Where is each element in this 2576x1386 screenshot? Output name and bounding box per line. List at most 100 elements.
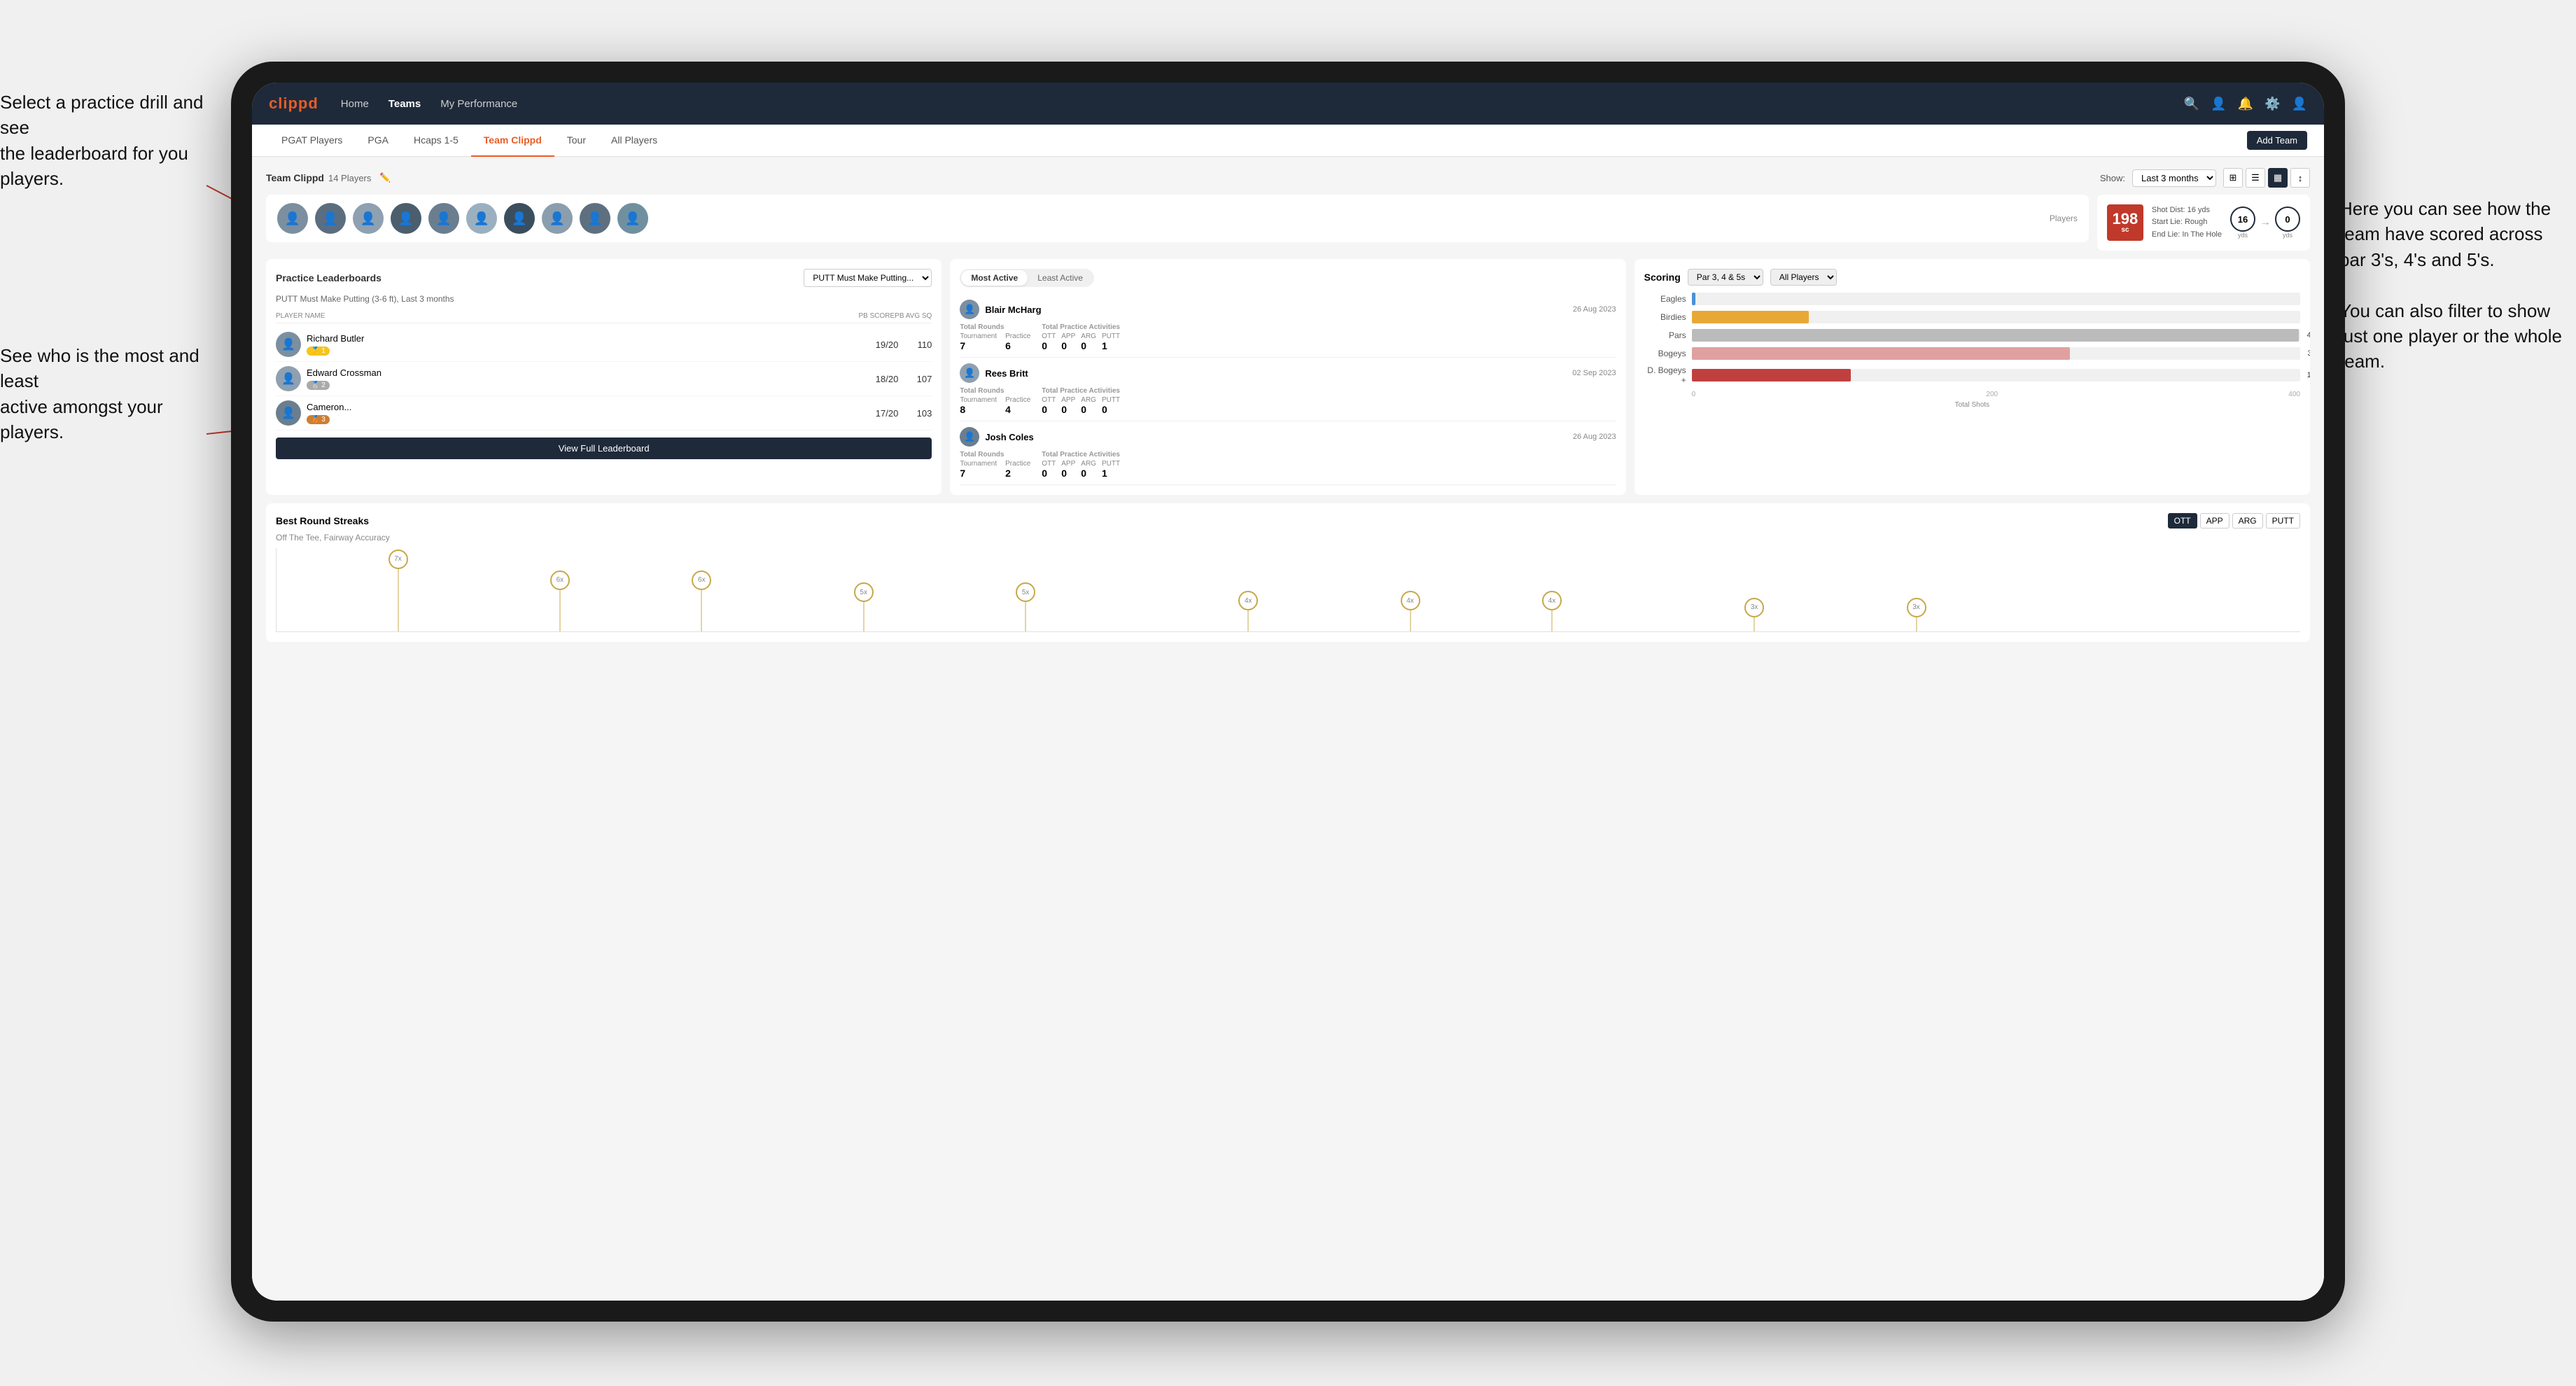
yard1-label: yds	[2230, 232, 2255, 239]
yard-circle-2: 0	[2275, 206, 2300, 232]
active-player-name-1: Blair McHarg	[985, 304, 1041, 315]
streak-dot[interactable]: 6x	[550, 570, 570, 590]
practice-val-1: 6	[1005, 340, 1030, 351]
sort-btn[interactable]: ↕	[2290, 168, 2310, 188]
search-icon[interactable]: 🔍	[2184, 97, 2199, 111]
nav-home[interactable]: Home	[341, 98, 369, 110]
main-content: Team Clippd 14 Players ✏️ Show: Last 3 m…	[252, 157, 2324, 1301]
player-score-1: 19/20	[876, 340, 899, 350]
nav-teams[interactable]: Teams	[388, 98, 421, 110]
bar-row: Birdies 96	[1644, 311, 2300, 323]
streak-line	[559, 590, 560, 632]
settings-icon[interactable]: ⚙️	[2264, 97, 2280, 111]
active-player-entry-3: 👤 Josh Coles 26 Aug 2023 Total Rounds To…	[960, 421, 1616, 485]
table-row[interactable]: 👤 Cameron... 🥉 3 17/20 103	[276, 396, 932, 430]
notification-icon[interactable]: 🔔	[2238, 97, 2253, 111]
streak-dot[interactable]: 7x	[388, 550, 408, 569]
grid-view-btn[interactable]: ⊞	[2223, 168, 2243, 188]
table-row[interactable]: 👤 Richard Butler 🥇 1 19/20 110	[276, 328, 932, 362]
user-icon[interactable]: 👤	[2211, 97, 2226, 111]
streaks-filter-buttons: OTT APP ARG PUTT	[2168, 513, 2300, 528]
col-player-name: PLAYER NAME	[276, 312, 858, 320]
axis-200: 200	[1986, 391, 1998, 398]
card-view-btn[interactable]: ▦	[2268, 168, 2288, 188]
putt-val-1: 1	[1102, 340, 1120, 351]
profile-icon[interactable]: 👤	[2292, 97, 2307, 111]
avatar-3[interactable]: 👤	[353, 203, 384, 234]
team-player-count: 14 Players	[328, 173, 371, 183]
tab-tour[interactable]: Tour	[554, 125, 598, 157]
annotation-bottom-left: See who is the most and least active amo…	[0, 343, 210, 445]
streak-dot[interactable]: 3x	[1907, 598, 1926, 617]
shot-info-card: 198 sc Shot Dist: 16 yds Start Lie: Roug…	[2097, 195, 2310, 251]
par-filter-select[interactable]: Par 3, 4 & 5s	[1688, 269, 1763, 286]
streak-filter-ott[interactable]: OTT	[2168, 513, 2197, 528]
yard-circle-1: 16	[2230, 206, 2255, 232]
practice-val-3: 2	[1005, 468, 1030, 479]
edit-icon[interactable]: ✏️	[379, 172, 391, 183]
streak-dot[interactable]: 4x	[1401, 591, 1420, 610]
player-score-2: 18/20	[876, 374, 899, 384]
streaks-card: Best Round Streaks OTT APP ARG PUTT Off …	[266, 503, 2310, 642]
tab-hcaps[interactable]: Hcaps 1-5	[401, 125, 471, 157]
streak-filter-arg[interactable]: ARG	[2232, 513, 2263, 528]
tab-least-active[interactable]: Least Active	[1028, 270, 1093, 286]
streak-filter-putt[interactable]: PUTT	[2266, 513, 2300, 528]
drill-select[interactable]: PUTT Must Make Putting...	[804, 269, 932, 287]
leaderboard-card: Practice Leaderboards PUTT Must Make Put…	[266, 259, 941, 495]
avatar-7[interactable]: 👤	[504, 203, 535, 234]
avatar-5[interactable]: 👤	[428, 203, 459, 234]
avatar-9[interactable]: 👤	[580, 203, 610, 234]
tab-all-players[interactable]: All Players	[598, 125, 670, 157]
streak-dot[interactable]: 6x	[692, 570, 711, 590]
players-filter-select[interactable]: All Players	[1770, 269, 1837, 286]
active-player-header-2: 👤 Rees Britt 02 Sep 2023	[960, 363, 1616, 383]
total-practice-label-1: Total Practice Activities	[1042, 323, 1120, 331]
avatar-2[interactable]: 👤	[315, 203, 346, 234]
add-team-button[interactable]: Add Team	[2247, 131, 2307, 150]
streak-line	[863, 602, 864, 631]
show-period-select[interactable]: Last 3 months	[2132, 169, 2216, 187]
app-val-2: 0	[1061, 404, 1075, 415]
bar-outer: 3	[1692, 293, 2300, 305]
bar-chart: Eagles 3 Birdies 96 Pars 499 Bogeys 311 …	[1644, 293, 2300, 385]
avatar-10[interactable]: 👤	[617, 203, 648, 234]
tab-pgat-players[interactable]: PGAT Players	[269, 125, 355, 157]
leaderboard-header: Practice Leaderboards PUTT Must Make Put…	[276, 269, 932, 287]
tab-team-clippd[interactable]: Team Clippd	[471, 125, 554, 157]
streak-dot[interactable]: 3x	[1744, 598, 1764, 617]
arg-val-2: 0	[1081, 404, 1096, 415]
col-pb-avg: PB AVG SQ	[895, 312, 932, 320]
streak-dot[interactable]: 5x	[1016, 582, 1035, 602]
bar-value: 499	[2307, 331, 2310, 340]
view-full-leaderboard-button[interactable]: View Full Leaderboard	[276, 438, 932, 459]
bar-label: Pars	[1644, 330, 1686, 340]
bar-outer: 311	[1692, 347, 2300, 360]
subnav-tabs: PGAT Players PGA Hcaps 1-5 Team Clippd T…	[269, 125, 670, 157]
view-icons: ⊞ ☰ ▦ ↕	[2223, 168, 2310, 188]
bar-label: Bogeys	[1644, 349, 1686, 358]
avatar-4[interactable]: 👤	[391, 203, 421, 234]
tab-pga[interactable]: PGA	[355, 125, 401, 157]
tournament-val-1: 7	[960, 340, 997, 351]
streak-filter-app[interactable]: APP	[2200, 513, 2230, 528]
streak-dot[interactable]: 4x	[1542, 591, 1562, 610]
streak-dot[interactable]: 4x	[1238, 591, 1258, 610]
streak-dot[interactable]: 5x	[854, 582, 874, 602]
nav-my-performance[interactable]: My Performance	[440, 98, 517, 110]
avatar-8[interactable]: 👤	[542, 203, 573, 234]
yard1-value: 16	[2238, 214, 2248, 225]
leaderboard-title: Practice Leaderboards	[276, 272, 382, 284]
player-avg-1: 110	[904, 340, 932, 350]
streaks-title: Best Round Streaks	[276, 515, 369, 526]
table-row[interactable]: 👤 Edward Crossman 🥈 2 18/20 107	[276, 362, 932, 396]
bar-inner	[1692, 369, 1851, 382]
bar-outer: 499	[1692, 329, 2300, 342]
tab-most-active[interactable]: Most Active	[961, 270, 1028, 286]
team-header: Team Clippd 14 Players ✏️ Show: Last 3 m…	[266, 168, 2310, 188]
bar-inner	[1692, 311, 1809, 323]
axis-400: 400	[2288, 391, 2300, 398]
list-view-btn[interactable]: ☰	[2246, 168, 2265, 188]
avatar-6[interactable]: 👤	[466, 203, 497, 234]
avatar-1[interactable]: 👤	[277, 203, 308, 234]
